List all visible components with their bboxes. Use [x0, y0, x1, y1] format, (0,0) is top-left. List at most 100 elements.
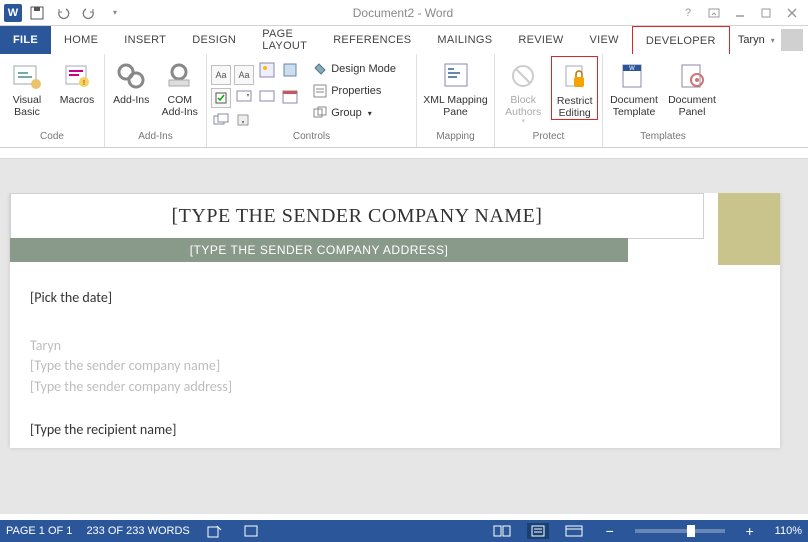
- plain-text-control-icon[interactable]: Aa: [234, 65, 254, 85]
- zoom-level[interactable]: 110%: [775, 525, 802, 537]
- user-menu-chevron-icon[interactable]: ▾: [771, 36, 775, 45]
- tab-page-layout[interactable]: PAGE LAYOUT: [249, 26, 320, 54]
- design-mode-label: Design Mode: [331, 63, 396, 75]
- group-label-mapping: Mapping: [421, 131, 490, 147]
- restrict-editing-button[interactable]: Restrict Editing: [551, 56, 598, 120]
- group-label-templates: Templates: [607, 131, 719, 147]
- com-addins-label: COM Add-Ins: [162, 94, 198, 118]
- undo-icon[interactable]: [52, 2, 74, 24]
- pick-date-field[interactable]: [Pick the date]: [30, 289, 760, 306]
- visual-basic-button[interactable]: Visual Basic: [4, 56, 50, 118]
- rich-text-control-icon[interactable]: Aa: [211, 65, 231, 85]
- macros-icon: !: [61, 60, 93, 92]
- zoom-in-icon[interactable]: +: [739, 523, 761, 539]
- help-icon[interactable]: ?: [676, 3, 700, 23]
- letterhead-swatch: [718, 193, 780, 265]
- tab-review[interactable]: REVIEW: [505, 26, 576, 54]
- group-label-code: Code: [4, 131, 100, 147]
- block-authors-label: Block Authors: [505, 94, 541, 118]
- status-words[interactable]: 233 OF 233 WORDS: [86, 525, 189, 537]
- user-name[interactable]: Taryn: [738, 34, 765, 46]
- status-page[interactable]: PAGE 1 OF 1: [6, 525, 72, 537]
- group-icon: [312, 105, 328, 121]
- sender-company-name-field[interactable]: [TYPE THE SENDER COMPANY NAME]: [10, 193, 704, 239]
- xml-mapping-icon: [440, 60, 472, 92]
- redo-icon[interactable]: [78, 2, 100, 24]
- proofing-icon[interactable]: [204, 523, 226, 539]
- sender-company-body-field[interactable]: [Type the sender company name]: [30, 356, 760, 376]
- group-label: Group: [331, 107, 362, 119]
- tab-home[interactable]: HOME: [51, 26, 111, 54]
- properties-button[interactable]: Properties: [310, 80, 398, 102]
- save-icon[interactable]: [26, 2, 48, 24]
- xml-mapping-label: XML Mapping Pane: [423, 94, 487, 118]
- visual-basic-label: Visual Basic: [13, 94, 41, 118]
- design-mode-button[interactable]: Design Mode: [310, 58, 398, 80]
- document-panel-icon: [676, 60, 708, 92]
- print-layout-icon[interactable]: [527, 523, 549, 539]
- addins-button[interactable]: Add-Ins: [109, 56, 154, 106]
- restrict-editing-icon: [559, 61, 591, 93]
- chevron-down-icon: ▾: [521, 118, 525, 126]
- visual-basic-icon: [11, 60, 43, 92]
- tab-mailings[interactable]: MAILINGS: [424, 26, 505, 54]
- chevron-down-icon: ▾: [368, 109, 372, 118]
- tab-insert[interactable]: INSERT: [111, 26, 179, 54]
- picture-control-icon[interactable]: [257, 60, 277, 80]
- qat-customize-icon[interactable]: ▾: [104, 2, 126, 24]
- svg-text:!: !: [83, 80, 85, 87]
- group-label-protect: Protect: [499, 131, 598, 147]
- repeating-section-control-icon[interactable]: [211, 110, 231, 130]
- minimize-icon[interactable]: [728, 3, 752, 23]
- date-picker-control-icon[interactable]: [280, 87, 300, 107]
- com-addins-icon: [164, 60, 196, 92]
- block-authors-icon: [507, 60, 539, 92]
- tab-design[interactable]: DESIGN: [179, 26, 249, 54]
- avatar[interactable]: [781, 29, 803, 51]
- word-app-icon: W: [4, 4, 22, 22]
- dropdown-control-icon[interactable]: [257, 87, 277, 107]
- document-panel-label: Document Panel: [668, 94, 716, 118]
- tab-developer[interactable]: DEVELOPER: [632, 26, 730, 54]
- svg-text:W: W: [629, 66, 635, 72]
- window-title: Document2 - Word: [130, 6, 676, 20]
- sender-company-address-field[interactable]: [TYPE THE SENDER COMPANY ADDRESS]: [10, 238, 628, 262]
- tab-references[interactable]: REFERENCES: [320, 26, 424, 54]
- tab-view[interactable]: VIEW: [577, 26, 632, 54]
- web-layout-icon[interactable]: [563, 523, 585, 539]
- building-block-control-icon[interactable]: [280, 60, 300, 80]
- group-label-controls: Controls: [211, 131, 412, 147]
- addins-label: Add-Ins: [113, 94, 149, 106]
- restrict-editing-label: Restrict Editing: [557, 95, 593, 119]
- group-button[interactable]: Group ▾: [310, 102, 398, 124]
- zoom-out-icon[interactable]: −: [599, 523, 621, 539]
- macro-recording-icon[interactable]: [240, 523, 262, 539]
- maximize-icon[interactable]: [754, 3, 778, 23]
- document-template-button[interactable]: W Document Template: [607, 56, 661, 118]
- addins-icon: [115, 60, 147, 92]
- xml-mapping-pane-button[interactable]: XML Mapping Pane: [421, 56, 490, 118]
- macros-label: Macros: [60, 94, 94, 106]
- macros-button[interactable]: ! Macros: [54, 56, 100, 106]
- ribbon-options-icon[interactable]: [702, 3, 726, 23]
- sender-name-field[interactable]: Taryn: [30, 336, 760, 356]
- tab-file[interactable]: FILE: [0, 26, 51, 54]
- zoom-slider[interactable]: [635, 529, 725, 533]
- group-label-addins: Add-Ins: [109, 131, 202, 147]
- document-page[interactable]: [TYPE THE SENDER COMPANY NAME] [TYPE THE…: [10, 193, 780, 448]
- design-mode-icon: [312, 61, 328, 77]
- combo-box-control-icon[interactable]: [234, 87, 254, 107]
- properties-label: Properties: [331, 85, 381, 97]
- recipient-name-field[interactable]: [Type the recipient name]: [30, 421, 760, 438]
- read-mode-icon[interactable]: [491, 523, 513, 539]
- checkbox-control-icon[interactable]: [211, 88, 231, 108]
- com-addins-button[interactable]: COM Add-Ins: [158, 56, 203, 118]
- document-template-icon: W: [618, 60, 650, 92]
- close-icon[interactable]: [780, 3, 804, 23]
- legacy-tools-icon[interactable]: [234, 110, 254, 130]
- document-template-label: Document Template: [610, 94, 658, 118]
- properties-icon: [312, 83, 328, 99]
- sender-address-body-field[interactable]: [Type the sender company address]: [30, 377, 760, 397]
- document-panel-button[interactable]: Document Panel: [665, 56, 719, 118]
- block-authors-button: Block Authors ▾: [499, 56, 547, 126]
